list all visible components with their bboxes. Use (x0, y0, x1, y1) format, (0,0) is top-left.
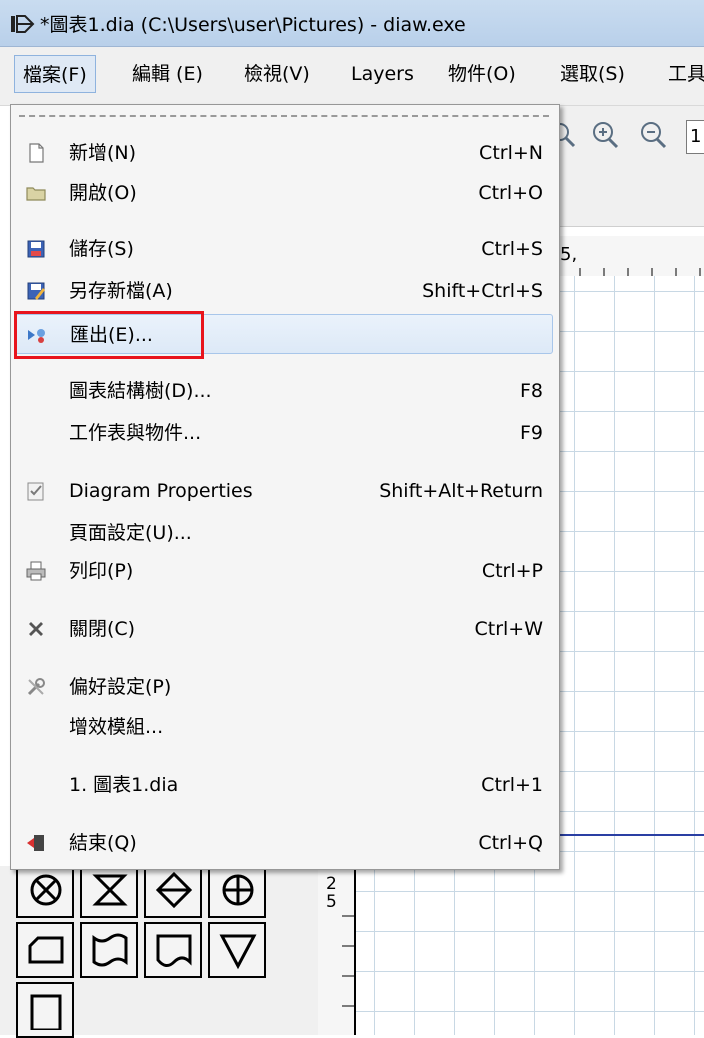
menu-item-close[interactable]: 關閉(C) Ctrl+W (15, 609, 553, 649)
highlight-annotation-box (14, 311, 204, 359)
menu-item-label: 工作表與物件... (69, 422, 202, 444)
save-icon (27, 240, 45, 258)
open-folder-icon (26, 187, 46, 201)
menu-tearoff[interactable] (19, 115, 549, 117)
menu-select[interactable]: 選取(S) (552, 55, 633, 93)
menu-item-label: Diagram Properties (69, 480, 253, 502)
zoom-out-icon[interactable] (638, 120, 670, 152)
merge-tool[interactable] (208, 922, 266, 978)
menu-item-label: 頁面設定(U)... (69, 522, 192, 544)
hourglass-icon (92, 874, 128, 906)
horizontal-ruler: 5, (552, 236, 704, 277)
triangle-down-icon (219, 934, 257, 970)
properties-icon (27, 482, 44, 501)
main-toolbar (550, 106, 704, 166)
process-tool[interactable] (16, 982, 74, 1038)
new-file-icon (29, 143, 44, 163)
menu-file[interactable]: 檔案(F) (14, 55, 96, 93)
menu-item-open[interactable]: 開啟(O) Ctrl+O (15, 173, 553, 213)
or-junction-tool[interactable] (16, 862, 74, 918)
rectangle-icon (30, 994, 62, 1030)
menu-item-recent-file[interactable]: 1. 圖表1.dia Ctrl+1 (15, 765, 553, 805)
window-titlebar: *圖表1.dia (C:\Users\user\Pictures) - diaw… (0, 0, 704, 47)
menu-item-shortcut: Ctrl+S (481, 238, 543, 260)
ruler-ticks (579, 268, 701, 276)
punched-tape-tool[interactable] (80, 922, 138, 978)
menu-layers[interactable]: Layers (343, 55, 422, 93)
menu-item-label: 偏好設定(P) (69, 676, 172, 698)
menu-objects[interactable]: 物件(O) (440, 55, 524, 93)
zoom-entry[interactable]: 1 (686, 120, 704, 154)
diagram-line[interactable] (556, 834, 704, 836)
document-tool[interactable] (144, 922, 202, 978)
quit-icon (27, 835, 44, 851)
circle-plus-icon (222, 874, 254, 906)
menu-item-shortcut: F9 (519, 422, 543, 444)
menu-item-label: 關閉(C) (69, 618, 136, 640)
menu-item-label: 儲存(S) (69, 238, 134, 260)
menu-item-new[interactable]: 新增(N) Ctrl+N (15, 133, 553, 173)
menu-item-label: 1. 圖表1.dia (69, 774, 179, 796)
collate-tool[interactable] (80, 862, 138, 918)
menu-item-preferences[interactable]: 偏好設定(P) (15, 667, 553, 707)
menu-item-print[interactable]: 列印(P) Ctrl+P (15, 551, 553, 591)
menu-item-diagram-properties[interactable]: Diagram Properties Shift+Alt+Return (15, 471, 553, 511)
menu-item-label: 開啟(O) (69, 182, 137, 204)
circle-x-icon (30, 874, 62, 906)
menu-item-sheets-objects[interactable]: 工作表與物件... F9 (15, 413, 553, 453)
menu-item-page-setup[interactable]: 頁面設定(U)... (15, 513, 553, 553)
menu-item-quit[interactable]: 結束(Q) Ctrl+Q (15, 823, 553, 863)
menu-item-label: 結束(Q) (69, 832, 137, 854)
menu-item-label: 圖表結構樹(D)... (69, 380, 212, 402)
menu-item-label: 增效模組... (69, 716, 164, 738)
print-icon (26, 561, 46, 581)
menu-item-plugins[interactable]: 增效模組... (15, 707, 553, 747)
menu-item-shortcut: Ctrl+O (478, 182, 543, 204)
menu-view[interactable]: 檢視(V) (236, 55, 318, 93)
diamond-split-icon (155, 871, 193, 909)
menu-edit[interactable]: 編輯 (E) (124, 55, 211, 93)
menu-item-save-as[interactable]: 另存新檔(A) Shift+Ctrl+S (15, 271, 553, 311)
card-tool[interactable] (16, 922, 74, 978)
menu-item-shortcut: Ctrl+W (474, 618, 543, 640)
file-menu-dropdown: 新增(N) Ctrl+N 開啟(O) Ctrl+O 儲存(S) Ctrl+S 另… (10, 104, 560, 870)
menu-item-shortcut: Shift+Ctrl+S (422, 280, 543, 302)
menu-item-shortcut: Ctrl+P (481, 560, 543, 582)
menu-tools[interactable]: 工具 (660, 55, 704, 93)
menu-item-shortcut: Ctrl+Q (478, 832, 543, 854)
toolbox (0, 862, 318, 1038)
menu-item-label: 另存新檔(A) (69, 280, 173, 302)
dia-app-icon (11, 15, 35, 33)
close-icon (29, 622, 43, 636)
zoom-in-icon[interactable] (590, 120, 622, 152)
menu-item-diagram-tree[interactable]: 圖表結構樹(D)... F8 (15, 371, 553, 411)
sort-tool[interactable] (144, 862, 202, 918)
secondary-toolbar (550, 166, 704, 227)
preferences-icon (27, 678, 45, 696)
save-as-icon (27, 282, 45, 300)
card-icon (28, 936, 64, 964)
vertical-ruler: 2 5 (318, 866, 356, 1035)
menu-item-shortcut: Ctrl+1 (481, 774, 543, 796)
menubar: 檔案(F) 編輯 (E) 檢視(V) Layers 物件(O) 選取(S) 工具 (0, 47, 704, 106)
punched-tape-icon (92, 933, 128, 967)
ruler-ticks (342, 915, 354, 1007)
menu-item-shortcut: Ctrl+N (479, 142, 543, 164)
menu-item-shortcut: F8 (519, 380, 543, 402)
menu-item-save[interactable]: 儲存(S) Ctrl+S (15, 229, 553, 269)
document-icon (156, 934, 192, 967)
menu-item-label: 新增(N) (69, 142, 137, 164)
summing-junction-tool[interactable] (208, 862, 266, 918)
window-title: *圖表1.dia (C:\Users\user\Pictures) - diaw… (40, 14, 466, 36)
menu-item-label: 列印(P) (69, 560, 134, 582)
menu-item-shortcut: Shift+Alt+Return (379, 480, 543, 502)
